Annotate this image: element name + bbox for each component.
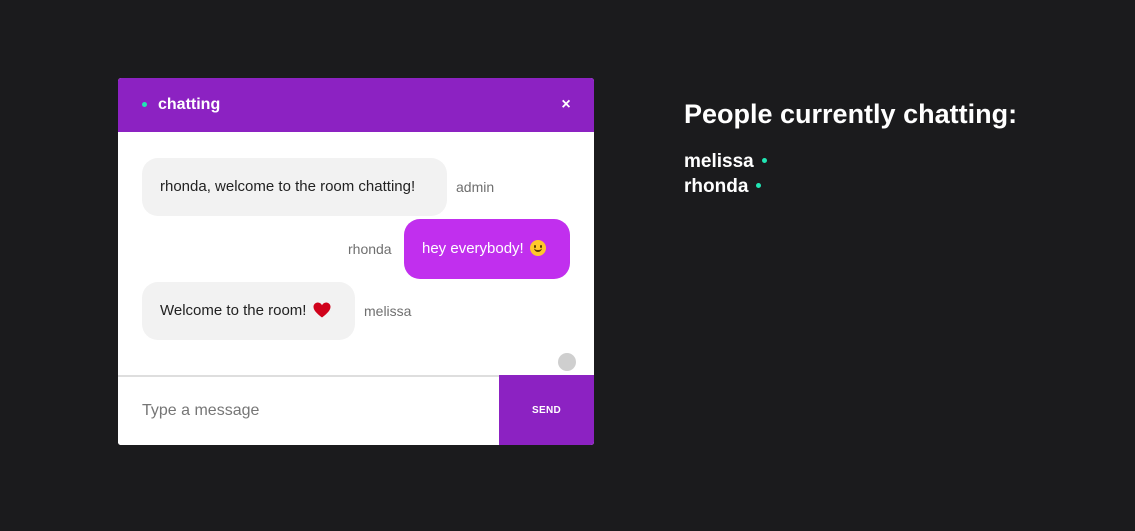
send-button[interactable]: SEND xyxy=(499,375,594,445)
message-bubble: Welcome to the room! xyxy=(142,282,355,340)
message-text: hey everybody! xyxy=(422,240,524,257)
online-dot-icon xyxy=(761,158,767,164)
message-text: Welcome to the room! xyxy=(160,302,307,319)
message-text: rhonda, welcome to the room chatting! xyxy=(160,178,416,195)
online-dot-icon xyxy=(756,183,762,189)
page: chatting × rhonda, welcome to the room c… xyxy=(0,0,1135,531)
message-composer: SEND xyxy=(118,375,594,445)
message-bubble: rhonda, welcome to the room chatting! xyxy=(142,158,447,216)
close-button[interactable]: × xyxy=(556,94,576,116)
chat-window: chatting × rhonda, welcome to the room c… xyxy=(118,78,594,445)
people-list-item: melissa xyxy=(684,149,767,174)
people-list: melissa rhonda xyxy=(684,149,767,199)
people-list-item: rhonda xyxy=(684,174,767,199)
user-name: rhonda xyxy=(684,176,749,197)
room-name: chatting xyxy=(158,96,221,113)
message-sender: rhonda xyxy=(348,241,392,257)
chat-header: chatting × xyxy=(118,78,594,132)
people-panel-title: People currently chatting: xyxy=(684,99,1018,129)
message-bubble: hey everybody! xyxy=(404,219,570,279)
message-sender: melissa xyxy=(364,303,412,319)
scroll-to-bottom-button[interactable] xyxy=(558,353,576,371)
message-sender: admin xyxy=(456,179,495,195)
user-name: melissa xyxy=(684,151,754,172)
message-list: rhonda, welcome to the room chatting! ad… xyxy=(118,132,594,375)
smile-emoji-icon xyxy=(529,239,546,256)
online-status-icon xyxy=(142,102,147,107)
message-input[interactable] xyxy=(118,377,499,445)
heart-emoji-icon xyxy=(313,302,331,318)
